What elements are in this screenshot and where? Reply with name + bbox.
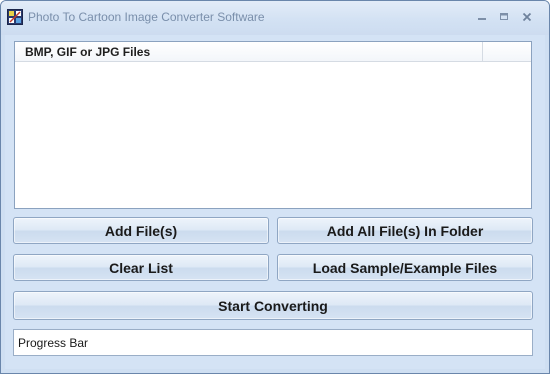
minimize-icon[interactable] bbox=[471, 8, 493, 26]
window-title: Photo To Cartoon Image Converter Softwar… bbox=[28, 10, 265, 24]
app-icon[interactable] bbox=[7, 9, 23, 25]
client-area: BMP, GIF or JPG Files Add File(s) Add Al… bbox=[5, 35, 545, 369]
title-bar[interactable]: Photo To Cartoon Image Converter Softwar… bbox=[1, 1, 549, 35]
column-header-files[interactable]: BMP, GIF or JPG Files bbox=[15, 42, 483, 61]
app-window: Photo To Cartoon Image Converter Softwar… bbox=[0, 0, 550, 374]
list-body[interactable] bbox=[15, 62, 531, 208]
list-header: BMP, GIF or JPG Files bbox=[15, 42, 531, 62]
add-folder-button[interactable]: Add All File(s) In Folder bbox=[277, 217, 533, 244]
load-samples-button[interactable]: Load Sample/Example Files bbox=[277, 254, 533, 281]
progress-bar: Progress Bar bbox=[13, 329, 533, 356]
column-header-label: BMP, GIF or JPG Files bbox=[25, 45, 151, 59]
close-icon[interactable] bbox=[516, 8, 538, 26]
progress-label: Progress Bar bbox=[18, 336, 89, 350]
file-list[interactable]: BMP, GIF or JPG Files bbox=[14, 41, 532, 209]
clear-list-button[interactable]: Clear List bbox=[13, 254, 269, 281]
start-converting-button[interactable]: Start Converting bbox=[13, 291, 533, 320]
maximize-icon[interactable] bbox=[493, 8, 515, 26]
add-files-button[interactable]: Add File(s) bbox=[13, 217, 269, 244]
